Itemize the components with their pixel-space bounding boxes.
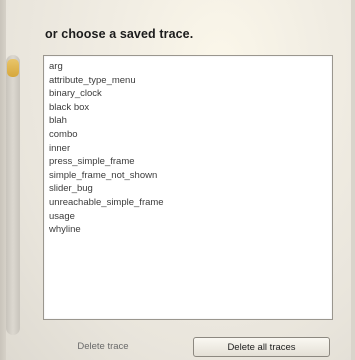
list-item[interactable]: press_simple_frame bbox=[49, 155, 332, 169]
list-item[interactable]: inner bbox=[49, 142, 332, 156]
list-item[interactable]: blah bbox=[49, 114, 332, 128]
list-item[interactable]: arg bbox=[49, 60, 332, 74]
list-item[interactable]: binary_clock bbox=[49, 87, 332, 101]
delete-all-traces-button[interactable]: Delete all traces bbox=[193, 337, 330, 357]
scrollbar[interactable] bbox=[6, 55, 20, 335]
delete-trace-button[interactable]: Delete trace bbox=[62, 337, 144, 357]
list-item[interactable]: attribute_type_menu bbox=[49, 74, 332, 88]
trace-list[interactable]: arg attribute_type_menu binary_clock bla… bbox=[43, 55, 333, 320]
list-item[interactable]: combo bbox=[49, 128, 332, 142]
list-item[interactable]: whyline bbox=[49, 223, 332, 237]
scrollbar-thumb[interactable] bbox=[7, 59, 19, 77]
list-item[interactable]: usage bbox=[49, 210, 332, 224]
list-item[interactable]: slider_bug bbox=[49, 182, 332, 196]
page-title: or choose a saved trace. bbox=[45, 27, 194, 41]
list-item[interactable]: unreachable_simple_frame bbox=[49, 196, 332, 210]
list-item[interactable]: black box bbox=[49, 101, 332, 115]
list-item[interactable]: simple_frame_not_shown bbox=[49, 169, 332, 183]
